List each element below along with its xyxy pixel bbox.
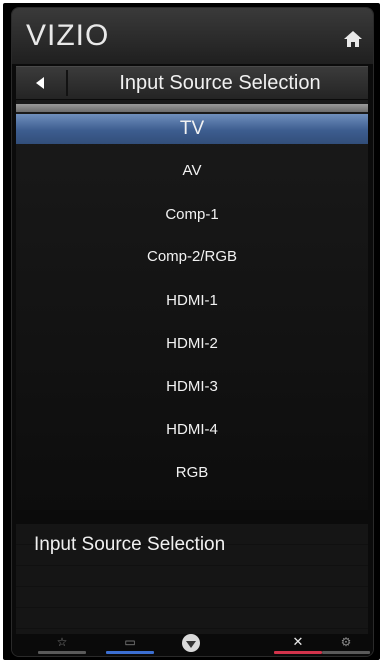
settings-indicator — [322, 651, 370, 654]
info-panel: Input Source Selection — [16, 524, 368, 634]
info-title: Input Source Selection — [34, 534, 226, 555]
input-item-tv[interactable]: TV — [16, 114, 368, 144]
screen-button[interactable]: ▭ — [106, 634, 154, 656]
title-bar: Input Source Selection — [16, 66, 368, 99]
input-item-hdmi-4[interactable]: HDMI-4 — [16, 415, 368, 445]
screen-indicator — [106, 651, 154, 654]
page-title: Input Source Selection — [119, 72, 321, 94]
vizio-v-icon[interactable] — [182, 634, 200, 652]
input-item-hdmi-3[interactable]: HDMI-3 — [16, 372, 368, 402]
favorites-button[interactable]: ☆ — [38, 634, 86, 656]
back-arrow-icon — [36, 77, 44, 89]
top-bar: VIZIO — [12, 8, 373, 64]
input-item-hdmi-2[interactable]: HDMI-2 — [16, 329, 368, 359]
home-icon[interactable] — [343, 30, 363, 48]
side-menu-panel: VIZIO Input Source Selection TV AV Comp-… — [11, 7, 374, 657]
close-indicator — [274, 651, 322, 654]
tv-screen: VIZIO Input Source Selection TV AV Comp-… — [3, 3, 380, 660]
input-list: TV AV Comp-1 Comp-2/RGB HDMI-1 HDMI-2 HD… — [16, 100, 368, 510]
bottom-button-bar: ☆ ▭ ✕ ⚙ — [12, 634, 373, 656]
gear-icon: ⚙ — [340, 635, 352, 649]
input-item-hdmi-1[interactable]: HDMI-1 — [16, 286, 368, 316]
favorites-indicator — [38, 651, 86, 654]
input-item-comp-1[interactable]: Comp-1 — [16, 200, 368, 230]
list-top-strip — [16, 104, 368, 112]
vizio-logo: VIZIO — [26, 19, 110, 52]
close-button[interactable]: ✕ — [274, 634, 322, 656]
back-button[interactable] — [16, 67, 64, 99]
screen-icon: ▭ — [124, 635, 136, 649]
title-divider — [66, 70, 68, 96]
input-item-rgb[interactable]: RGB — [16, 458, 368, 488]
settings-button[interactable]: ⚙ — [322, 634, 370, 656]
input-item-comp-2-rgb[interactable]: Comp-2/RGB — [16, 242, 368, 272]
input-item-av[interactable]: AV — [16, 156, 368, 186]
close-icon: ✕ — [292, 634, 304, 649]
star-icon: ☆ — [56, 635, 68, 649]
